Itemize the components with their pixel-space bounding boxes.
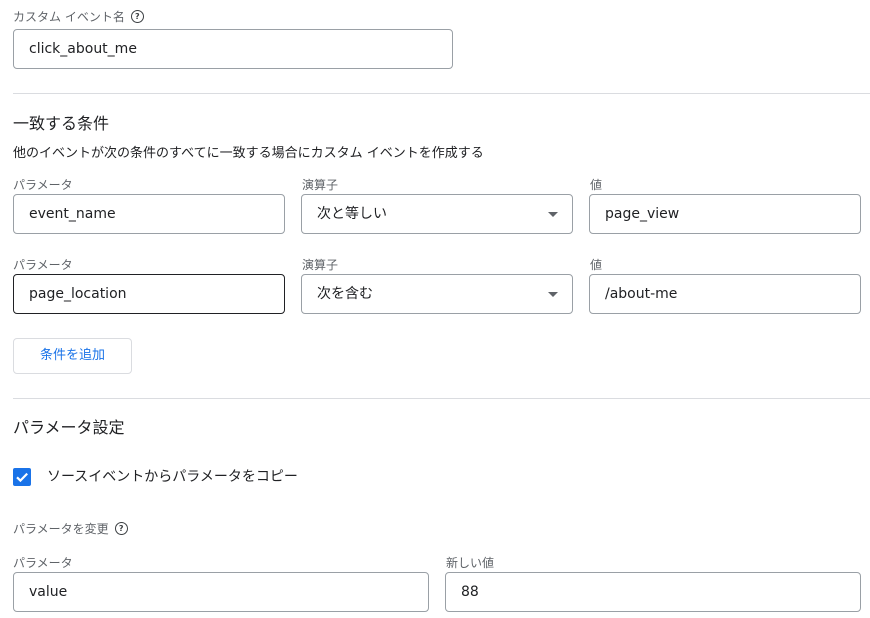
operator-value: 次と等しい: [317, 206, 387, 222]
operator-label: 演算子: [302, 258, 339, 272]
modify-parameters-label: パラメータを変更?: [13, 522, 128, 536]
custom-event-name-label: カスタム イベント名?: [13, 10, 144, 24]
copy-parameters-label[interactable]: ソースイベントからパラメータをコピー: [47, 468, 298, 486]
new-value-text: 88: [461, 584, 479, 600]
operator-value: 次を含む: [317, 286, 373, 302]
section-divider: [13, 398, 870, 399]
parameter-input[interactable]: event_name: [13, 194, 285, 234]
operator-select[interactable]: 次を含む: [301, 274, 573, 314]
custom-event-name-value: click_about_me: [29, 41, 137, 57]
conditions-description: 他のイベントが次の条件のすべてに一致する場合にカスタム イベントを作成する: [13, 146, 484, 161]
operator-select[interactable]: 次と等しい: [301, 194, 573, 234]
custom-event-name-label-text: カスタム イベント名: [13, 10, 125, 24]
parameter-value: event_name: [29, 206, 116, 222]
checkmark-icon: [16, 472, 28, 483]
modify-parameter-label: パラメータ: [13, 556, 73, 570]
value-text: page_view: [605, 206, 680, 222]
parameter-label: パラメータ: [13, 178, 73, 192]
new-value-label: 新しい値: [446, 556, 495, 570]
add-condition-button[interactable]: 条件を追加: [13, 338, 132, 374]
modify-parameter-input[interactable]: value: [13, 572, 429, 612]
operator-label: 演算子: [302, 178, 339, 192]
help-icon[interactable]: ?: [130, 10, 144, 23]
value-label: 値: [590, 178, 603, 192]
value-input[interactable]: page_view: [589, 194, 861, 234]
value-text: /about-me: [605, 286, 678, 302]
dropdown-arrow-icon: [548, 212, 558, 217]
custom-event-name-input[interactable]: click_about_me: [13, 29, 453, 69]
parameter-input[interactable]: page_location: [13, 274, 285, 314]
modify-parameter-value: value: [29, 584, 68, 600]
section-divider: [13, 93, 870, 94]
parameter-value: page_location: [29, 286, 127, 302]
help-icon[interactable]: ?: [114, 522, 128, 535]
conditions-title: 一致する条件: [13, 114, 110, 133]
parameter-settings-title: パラメータ設定: [13, 418, 125, 437]
modify-parameters-label-text: パラメータを変更: [13, 522, 109, 536]
new-value-input[interactable]: 88: [445, 572, 861, 612]
dropdown-arrow-icon: [548, 292, 558, 297]
value-label: 値: [590, 258, 603, 272]
copy-parameters-checkbox[interactable]: [13, 468, 31, 486]
value-input[interactable]: /about-me: [589, 274, 861, 314]
parameter-label: パラメータ: [13, 258, 73, 272]
